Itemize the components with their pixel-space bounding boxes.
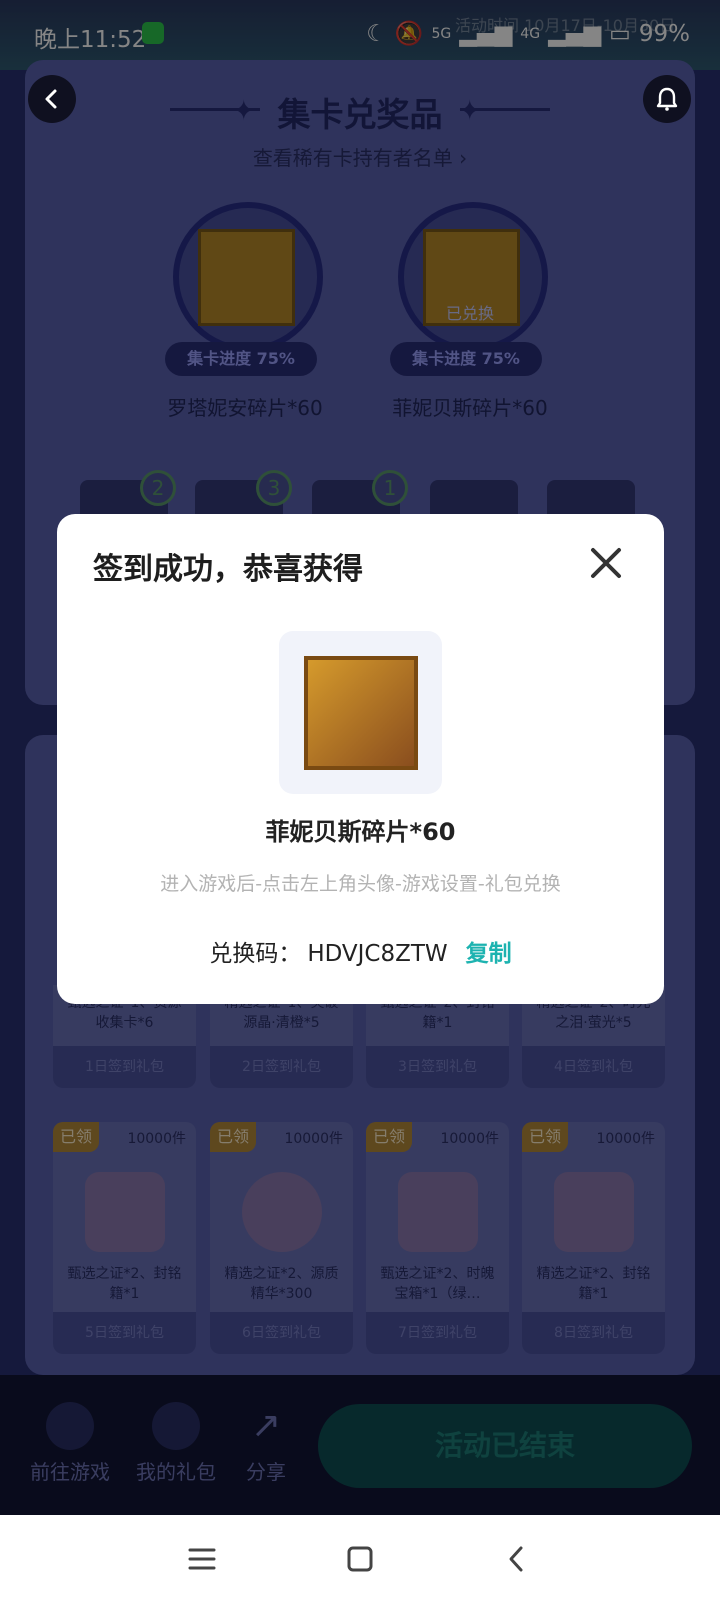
menu-icon xyxy=(188,1548,216,1570)
home-square-icon xyxy=(347,1546,373,1572)
back-button[interactable] xyxy=(28,75,76,123)
notification-button[interactable] xyxy=(643,75,691,123)
back-arrow-icon xyxy=(509,1546,523,1572)
sign-in-success-dialog: 签到成功，恭喜获得 菲妮贝斯碎片*60 进入游戏后-点击左上角头像-游戏设置-礼… xyxy=(57,514,664,1004)
bell-icon xyxy=(656,87,678,111)
close-icon xyxy=(591,548,621,578)
close-button[interactable] xyxy=(585,542,627,584)
redeem-code-row: 兑换码： HDVJC8ZTW 复制 xyxy=(57,934,664,968)
reward-image xyxy=(304,656,418,770)
back-nav-button[interactable] xyxy=(494,1537,538,1581)
code-value: HDVJC8ZTW xyxy=(307,941,448,967)
chevron-left-icon xyxy=(45,89,57,109)
reward-thumbnail xyxy=(279,631,442,794)
dialog-title: 签到成功，恭喜获得 xyxy=(93,552,363,587)
redeem-hint: 进入游戏后-点击左上角头像-游戏设置-礼包兑换 xyxy=(160,873,561,895)
code-label: 兑换码： xyxy=(209,941,302,967)
reward-name: 菲妮贝斯碎片*60 xyxy=(265,818,456,846)
home-button[interactable] xyxy=(338,1537,382,1581)
system-nav-bar xyxy=(0,1515,720,1601)
menu-button[interactable] xyxy=(180,1537,224,1581)
copy-button[interactable]: 复制 xyxy=(466,934,512,968)
